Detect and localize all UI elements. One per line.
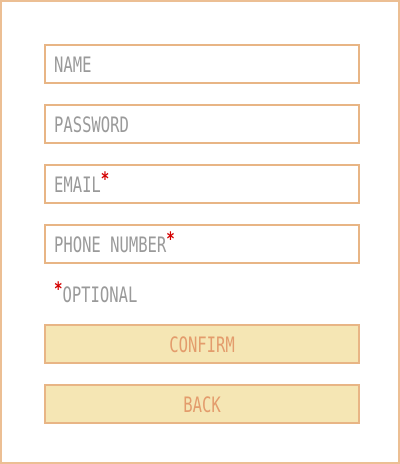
confirm-button-label: CONFIRM xyxy=(169,333,235,357)
email-field[interactable]: EMAIL* xyxy=(44,164,360,204)
email-field-label: EMAIL* xyxy=(54,166,109,202)
optional-asterisk: * xyxy=(166,228,175,250)
form-panel: NAME PASSWORD EMAIL* PHONE NUMBER* *OPTI… xyxy=(0,0,400,464)
phone-number-field[interactable]: PHONE NUMBER* xyxy=(44,224,360,264)
name-field-label: NAME xyxy=(54,53,92,77)
password-field[interactable]: PASSWORD xyxy=(44,104,360,144)
password-field-label: PASSWORD xyxy=(54,113,129,137)
optional-asterisk: * xyxy=(100,168,110,190)
optional-note-text: OPTIONAL xyxy=(62,283,138,307)
optional-note: *OPTIONAL xyxy=(54,276,137,312)
optional-asterisk: * xyxy=(54,278,63,300)
back-button-label: BACK xyxy=(183,393,221,417)
back-button[interactable]: BACK xyxy=(44,384,360,424)
phone-number-field-label: PHONE NUMBER* xyxy=(54,226,175,262)
confirm-button[interactable]: CONFIRM xyxy=(44,324,360,364)
name-field[interactable]: NAME xyxy=(44,44,360,84)
